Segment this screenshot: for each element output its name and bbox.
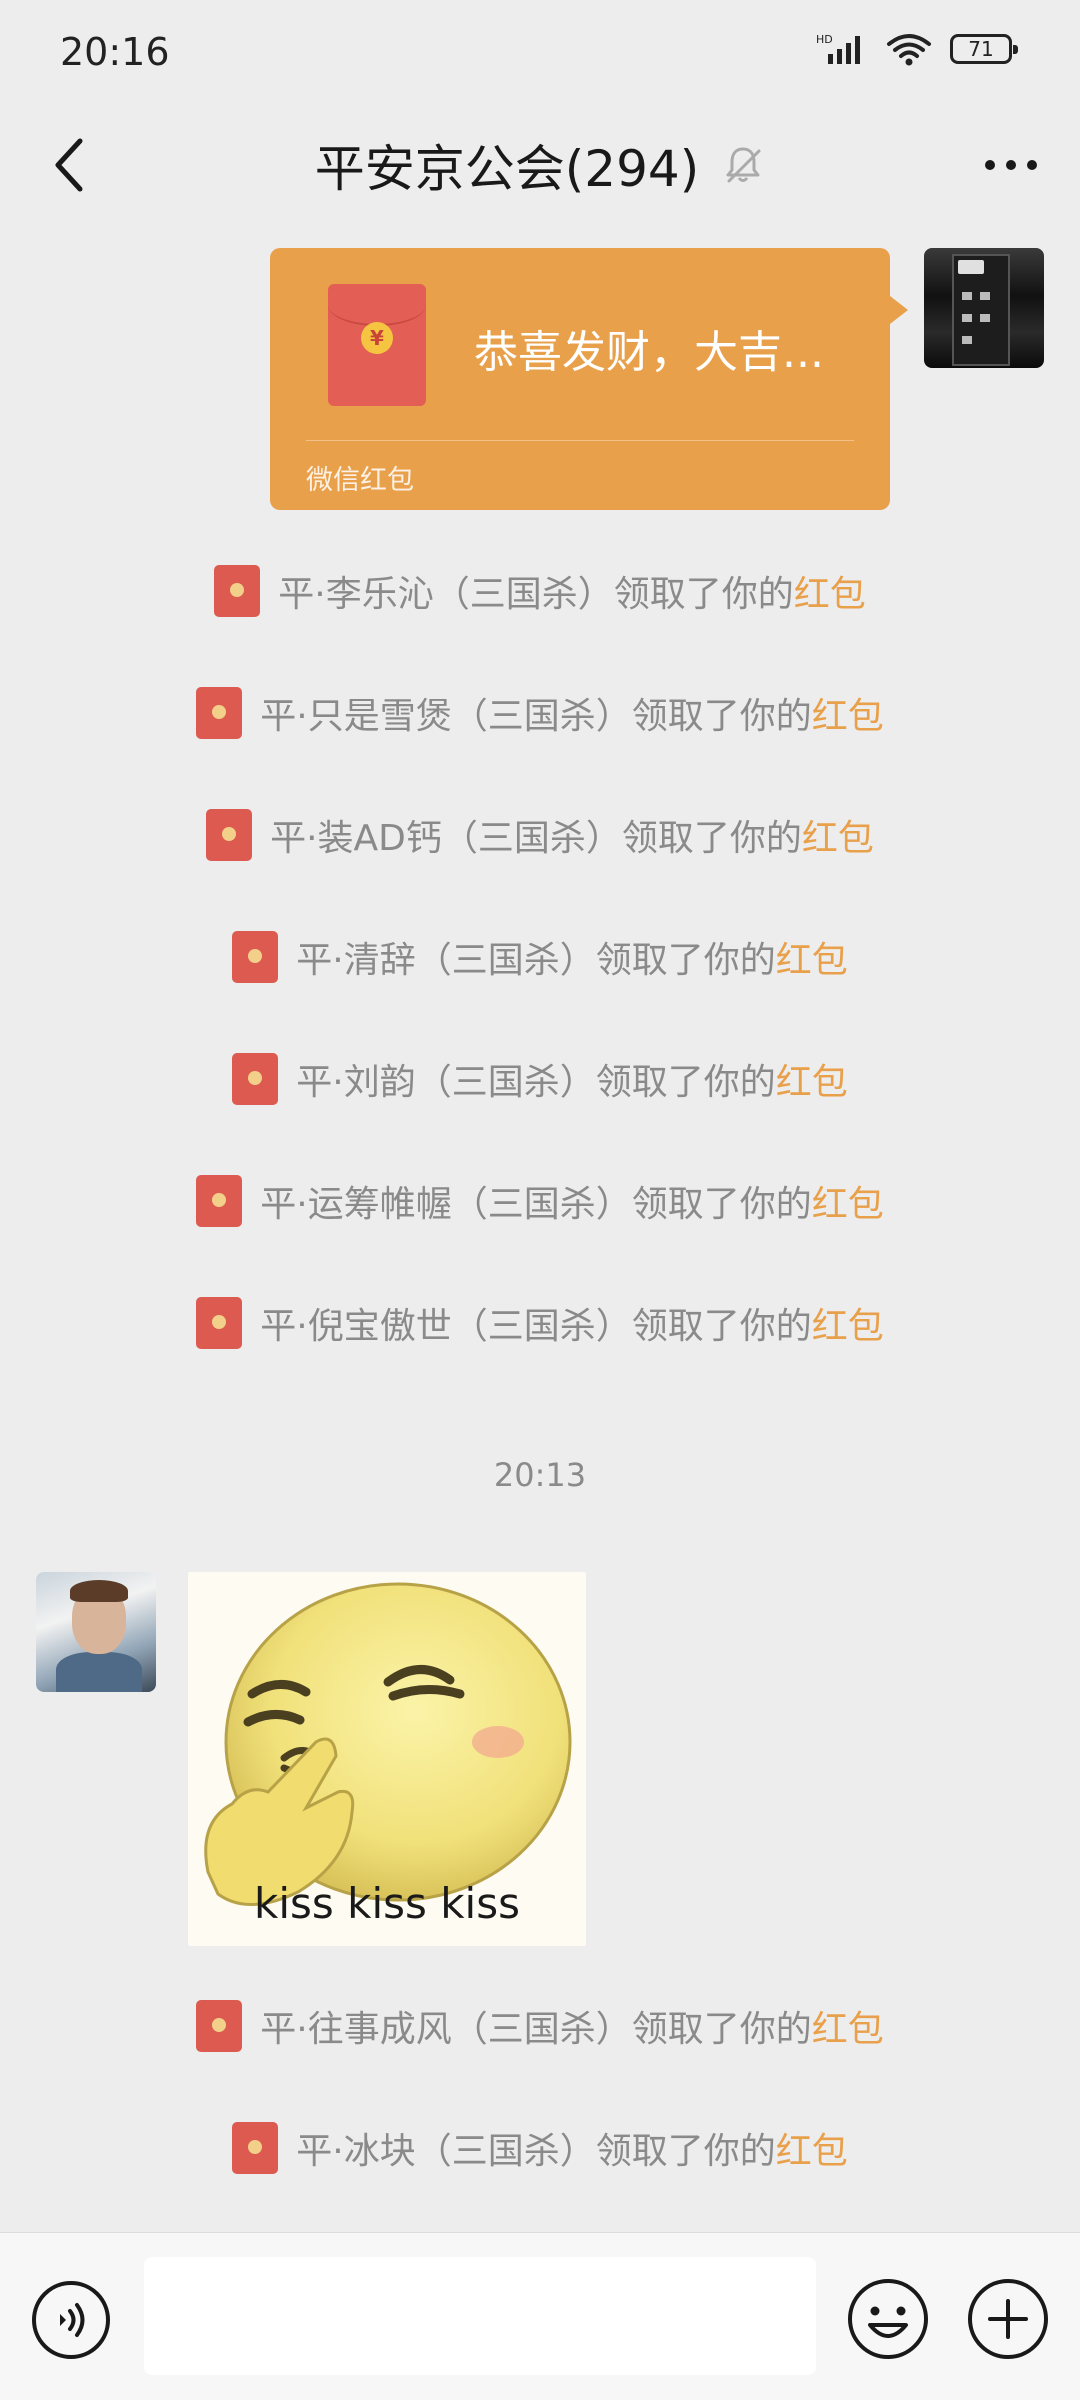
red-packet-link[interactable]: 红包 [776, 2131, 848, 2172]
system-notice: 平·只是雪煲（三国杀）领取了你的红包 [0, 683, 1080, 743]
chat-header: 平安京公会(294) [0, 115, 1080, 215]
notice-prefix: 平·倪宝傲世（三国杀）领取了你的 [260, 1306, 812, 1347]
battery-indicator: 71 [950, 34, 1018, 64]
more-button[interactable] [976, 135, 1046, 195]
coin-icon: ¥ [361, 322, 393, 354]
red-envelope-icon [206, 809, 253, 861]
system-notice: 平·冰块（三国杀）领取了你的红包 [0, 2118, 1080, 2178]
red-envelope-icon: ¥ [328, 284, 426, 406]
notice-prefix: 平·装AD钙（三国杀）领取了你的 [270, 818, 802, 859]
system-notice: 平·清辞（三国杀）领取了你的红包 [0, 927, 1080, 987]
emoji-button[interactable] [846, 2277, 930, 2361]
input-bar [0, 2232, 1080, 2400]
status-bar: 20:16 HD 71 [0, 0, 1080, 115]
red-envelope-icon [196, 1297, 243, 1349]
title-group: 平安京公会(294) [0, 115, 1080, 215]
notice-prefix: 平·李乐沁（三国杀）领取了你的 [278, 574, 794, 615]
red-envelope-icon [232, 2122, 279, 2174]
message-input[interactable] [144, 2257, 816, 2375]
red-envelope-icon [214, 565, 261, 617]
notice-text: 平·刘韵（三国杀）领取了你的红包 [296, 1053, 847, 1105]
notice-text: 平·运筹帷幄（三国杀）领取了你的红包 [260, 1175, 883, 1227]
notice-prefix: 平·运筹帷幄（三国杀）领取了你的 [260, 1184, 812, 1225]
red-packet-label: 微信红包 [306, 465, 414, 496]
notice-prefix: 平·冰块（三国杀）领取了你的 [296, 2131, 776, 2172]
notice-text: 平·清辞（三国杀）领取了你的红包 [296, 931, 847, 983]
network-label: HD [816, 33, 833, 46]
emoji-icon [848, 2279, 928, 2359]
bell-off-icon [726, 147, 761, 183]
notice-text: 平·装AD钙（三国杀）领取了你的红包 [270, 809, 874, 861]
sender-avatar[interactable] [36, 1572, 156, 1692]
more-horizontal-icon [985, 160, 1037, 170]
red-packet-link[interactable]: 红包 [802, 818, 874, 859]
notice-text: 平·倪宝傲世（三国杀）领取了你的红包 [260, 1297, 883, 1349]
red-packet-message[interactable]: ¥ 恭喜发财，大吉... 微信红包 [270, 248, 908, 510]
notice-text: 平·往事成风（三国杀）领取了你的红包 [260, 2000, 883, 2052]
red-envelope-icon [196, 687, 243, 739]
status-icons: HD 71 [816, 32, 1018, 66]
notice-prefix: 平·清辞（三国杀）领取了你的 [296, 940, 776, 981]
red-packet-link[interactable]: 红包 [812, 1184, 884, 1225]
voice-icon [32, 2281, 110, 2359]
system-notice: 平·倪宝傲世（三国杀）领取了你的红包 [0, 1293, 1080, 1353]
notice-prefix: 平·刘韵（三国杀）领取了你的 [296, 1062, 776, 1103]
wifi-icon [887, 34, 931, 66]
red-packet-greeting: 恭喜发财，大吉... [474, 327, 824, 378]
notice-text: 平·冰块（三国杀）领取了你的红包 [296, 2122, 847, 2174]
system-notice: 平·刘韵（三国杀）领取了你的红包 [0, 1049, 1080, 1109]
red-envelope-icon [196, 1175, 243, 1227]
notice-text: 平·只是雪煲（三国杀）领取了你的红包 [260, 687, 883, 739]
red-packet-link[interactable]: 红包 [812, 1306, 884, 1347]
chat-title: 平安京公会(294) [314, 140, 700, 198]
my-avatar[interactable] [924, 248, 1044, 368]
red-packet-divider [306, 440, 854, 441]
system-notice: 平·装AD钙（三国杀）领取了你的红包 [0, 805, 1080, 865]
notice-text: 平·李乐沁（三国杀）领取了你的红包 [278, 565, 865, 617]
more-actions-button[interactable] [966, 2277, 1050, 2361]
signal-icon: HD [816, 33, 860, 64]
notice-prefix: 平·只是雪煲（三国杀）领取了你的 [260, 696, 812, 737]
plus-icon [968, 2279, 1048, 2359]
red-packet-link[interactable]: 红包 [794, 574, 866, 615]
voice-button[interactable] [30, 2279, 112, 2361]
red-envelope-icon [196, 2000, 243, 2052]
red-packet-link[interactable]: 红包 [776, 1062, 848, 1103]
red-packet-link[interactable]: 红包 [812, 2009, 884, 2050]
notice-prefix: 平·往事成风（三国杀）领取了你的 [260, 2009, 812, 2050]
red-envelope-icon [232, 931, 279, 983]
system-notice: 平·往事成风（三国杀）领取了你的红包 [0, 1996, 1080, 2056]
sticker-caption: kiss kiss kiss [254, 1879, 520, 1928]
red-packet-link[interactable]: 红包 [812, 696, 884, 737]
red-envelope-icon [232, 1053, 279, 1105]
sticker-message[interactable]: kiss kiss kiss [188, 1572, 586, 1946]
status-time: 20:16 [60, 30, 170, 74]
red-packet-link[interactable]: 红包 [776, 940, 848, 981]
message-timestamp: 20:13 [493, 1456, 587, 1494]
system-notice: 平·运筹帷幄（三国杀）领取了你的红包 [0, 1171, 1080, 1231]
system-notice: 平·李乐沁（三国杀）领取了你的红包 [0, 561, 1080, 621]
